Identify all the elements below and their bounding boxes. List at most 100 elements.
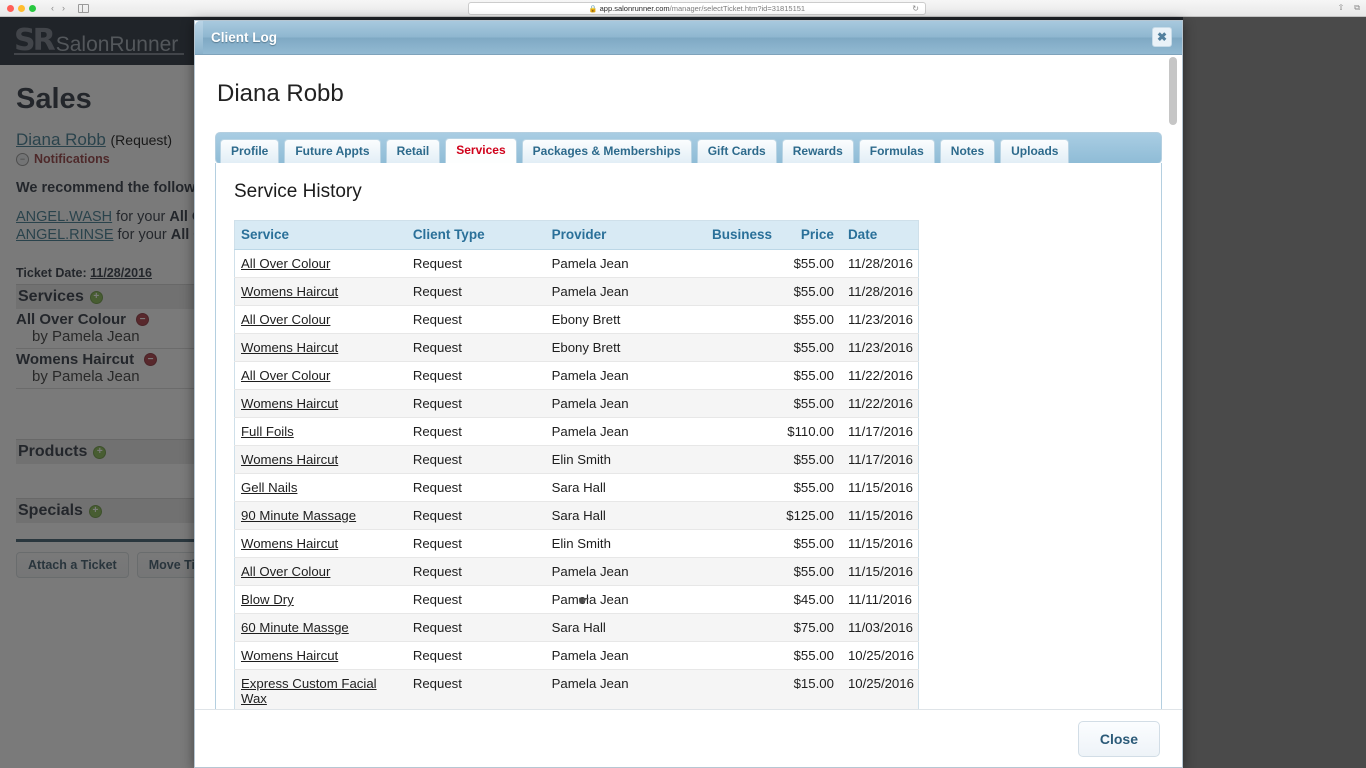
sidebar-toggle-icon[interactable] [78, 4, 89, 13]
forward-icon[interactable]: › [59, 3, 68, 13]
cell-provider: Pamela Jean [548, 586, 687, 614]
modal-title: Client Log [211, 30, 277, 45]
service-link[interactable]: 90 Minute Massage [241, 508, 356, 523]
col-header-price[interactable]: Price [776, 221, 838, 250]
col-header-provider[interactable]: Provider [548, 221, 687, 250]
close-window-button[interactable] [7, 5, 14, 12]
tab-gift-cards[interactable]: Gift Cards [697, 139, 777, 163]
col-header-client-type[interactable]: Client Type [409, 221, 548, 250]
col-header-date[interactable]: Date [838, 221, 919, 250]
chrome-right-actions[interactable]: ⇧ ⧉ [1338, 3, 1360, 13]
share-icon[interactable]: ⇧ [1338, 3, 1345, 13]
service-link[interactable]: 60 Minute Massge [241, 620, 349, 635]
back-icon[interactable]: ‹ [48, 3, 57, 13]
table-row[interactable]: Womens HaircutRequestPamela Jean$55.0010… [235, 642, 919, 670]
cell-business [686, 642, 776, 670]
cell-client-type: Request [409, 474, 548, 502]
url-bar[interactable]: 🔒 app.salonrunner.com /manager/selectTic… [468, 2, 926, 15]
cell-provider: Elin Smith [548, 530, 687, 558]
cell-business [686, 446, 776, 474]
maximize-window-button[interactable] [29, 5, 36, 12]
cell-date: 11/28/2016 [838, 250, 919, 278]
cell-business [686, 278, 776, 306]
reload-icon[interactable]: ↻ [912, 4, 919, 13]
service-link[interactable]: Womens Haircut [241, 648, 338, 663]
table-row[interactable]: 60 Minute MassgeRequestSara Hall$75.0011… [235, 614, 919, 642]
table-row[interactable]: All Over ColourRequestPamela Jean$55.001… [235, 558, 919, 586]
service-link[interactable]: Blow Dry [241, 592, 294, 607]
service-link[interactable]: Womens Haircut [241, 340, 338, 355]
cell-client-type: Request [409, 502, 548, 530]
window-controls[interactable] [7, 5, 36, 12]
service-link[interactable]: Womens Haircut [241, 452, 338, 467]
tab-future-appts[interactable]: Future Appts [284, 139, 380, 163]
service-link[interactable]: All Over Colour [241, 564, 330, 579]
service-link[interactable]: All Over Colour [241, 312, 330, 327]
cell-price: $110.00 [776, 418, 838, 446]
cell-client-type: Request [409, 642, 548, 670]
tab-rewards[interactable]: Rewards [782, 139, 854, 163]
cell-date: 10/25/2016 [838, 642, 919, 670]
table-row[interactable]: Womens HaircutRequestElin Smith$55.0011/… [235, 446, 919, 474]
tab-uploads[interactable]: Uploads [1000, 139, 1069, 163]
cell-client-type: Request [409, 614, 548, 642]
tab-profile[interactable]: Profile [220, 139, 279, 163]
close-icon[interactable]: ✖ [1152, 27, 1172, 47]
service-link[interactable]: All Over Colour [241, 256, 330, 271]
tab-services[interactable]: Services [445, 138, 516, 163]
scrollbar-thumb[interactable] [1169, 57, 1177, 125]
table-row[interactable]: Gell NailsRequestSara Hall$55.0011/15/20… [235, 474, 919, 502]
tab-formulas[interactable]: Formulas [859, 139, 935, 163]
table-row[interactable]: All Over ColourRequestEbony Brett$55.001… [235, 306, 919, 334]
col-header-business[interactable]: Business [686, 221, 776, 250]
cell-provider: Pamela Jean [548, 670, 687, 711]
cell-date: 11/15/2016 [838, 530, 919, 558]
cell-provider: Ebony Brett [548, 334, 687, 362]
table-row[interactable]: Express Custom Facial Wax RequestPamela J… [235, 670, 919, 711]
col-header-service[interactable]: Service [235, 221, 409, 250]
cell-provider: Pamela Jean [548, 558, 687, 586]
table-head: Service Client Type Provider Business Pr… [235, 221, 919, 250]
modal-body: Diana Robb Profile Future Appts Retail S… [195, 55, 1182, 710]
cell-date: 11/28/2016 [838, 278, 919, 306]
service-link[interactable]: Gell Nails [241, 480, 297, 495]
table-row[interactable]: Blow DryRequestPamela Jean$45.0011/11/20… [235, 586, 919, 614]
table-row[interactable]: 90 Minute MassageRequestSara Hall$125.00… [235, 502, 919, 530]
cell-service: Gell Nails [235, 474, 409, 502]
tab-packages-memberships[interactable]: Packages & Memberships [522, 139, 692, 163]
table-row[interactable]: All Over ColourRequestPamela Jean$55.001… [235, 362, 919, 390]
service-link[interactable]: All Over Colour [241, 368, 330, 383]
table-row[interactable]: Full FoilsRequestPamela Jean$110.0011/17… [235, 418, 919, 446]
cell-service: Womens Haircut [235, 642, 409, 670]
close-button[interactable]: Close [1078, 721, 1160, 757]
cell-client-type: Request [409, 670, 548, 711]
table-row[interactable]: Womens HaircutRequestPamela Jean$55.0011… [235, 278, 919, 306]
tab-retail[interactable]: Retail [386, 139, 441, 163]
service-link[interactable]: Full Foils [241, 424, 294, 439]
cell-date: 11/15/2016 [838, 558, 919, 586]
cell-provider: Pamela Jean [548, 642, 687, 670]
cell-price: $125.00 [776, 502, 838, 530]
cell-service: All Over Colour [235, 558, 409, 586]
cell-business [686, 502, 776, 530]
service-link[interactable]: Express Custom Facial Wax [241, 676, 377, 706]
modal-scrollbar[interactable] [1168, 57, 1179, 707]
cell-date: 11/17/2016 [838, 446, 919, 474]
cell-price: $55.00 [776, 306, 838, 334]
table-row[interactable]: Womens HaircutRequestPamela Jean$55.0011… [235, 390, 919, 418]
cell-business [686, 250, 776, 278]
cell-date: 11/15/2016 [838, 502, 919, 530]
tab-notes[interactable]: Notes [940, 139, 995, 163]
cell-client-type: Request [409, 446, 548, 474]
cell-provider: Sara Hall [548, 474, 687, 502]
cell-service: Full Foils [235, 418, 409, 446]
service-link[interactable]: Womens Haircut [241, 536, 338, 551]
minimize-window-button[interactable] [18, 5, 25, 12]
nav-buttons[interactable]: ‹ › [48, 3, 68, 13]
service-link[interactable]: Womens Haircut [241, 284, 338, 299]
service-link[interactable]: Womens Haircut [241, 396, 338, 411]
table-row[interactable]: All Over ColourRequestPamela Jean$55.001… [235, 250, 919, 278]
table-row[interactable]: Womens HaircutRequestElin Smith$55.0011/… [235, 530, 919, 558]
table-row[interactable]: Womens HaircutRequestEbony Brett$55.0011… [235, 334, 919, 362]
tabs-overview-icon[interactable]: ⧉ [1354, 3, 1360, 13]
